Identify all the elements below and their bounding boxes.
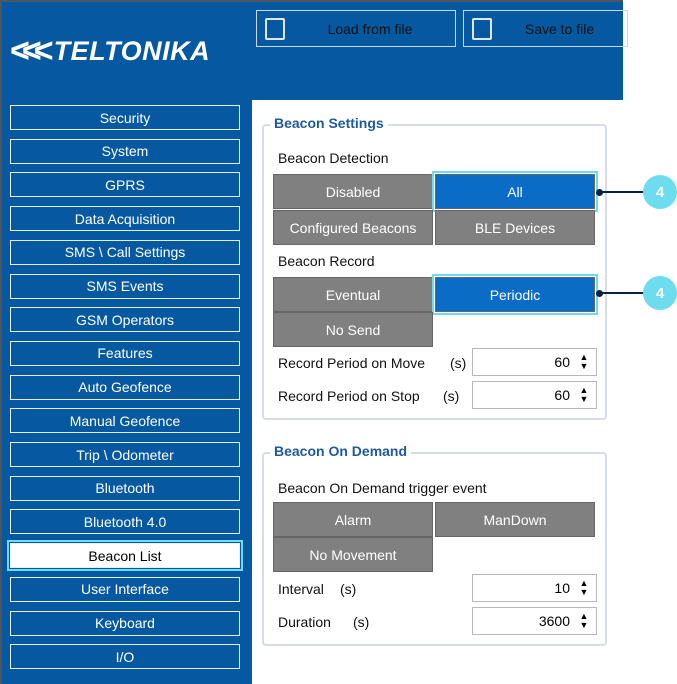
load-from-file-button[interactable]: Load from file	[256, 10, 456, 47]
sidebar-item-gsm-operators[interactable]: GSM Operators	[10, 307, 240, 333]
save-to-file-button[interactable]: Save to file	[463, 10, 628, 47]
sidebar-item-beacon-list[interactable]: Beacon List	[7, 540, 243, 572]
record-no-send-option[interactable]: No Send	[273, 312, 433, 347]
spinner-arrows-icon[interactable]: ▲ ▼	[576, 612, 592, 630]
sidebar-item-sms-events[interactable]: SMS Events	[10, 273, 240, 299]
spinner-arrows-icon[interactable]: ▲ ▼	[576, 579, 592, 597]
sidebar-item-sms-call-settings[interactable]: SMS \ Call Settings	[10, 239, 240, 265]
sidebar-item-keyboard[interactable]: Keyboard	[10, 610, 240, 636]
callout-badge: 4	[643, 276, 677, 310]
duration-unit: (s)	[353, 614, 370, 630]
logo-mark-icon: <<<	[10, 32, 53, 70]
record-period-move-unit: (s)	[450, 355, 467, 371]
duration-input[interactable]: 3600 ▲ ▼	[472, 607, 597, 635]
sidebar-item-gprs[interactable]: GPRS	[10, 172, 240, 198]
callout-badge: 4	[643, 175, 677, 209]
callout-line	[599, 191, 644, 193]
detection-ble-devices-option[interactable]: BLE Devices	[435, 210, 595, 245]
file-save-icon	[472, 17, 492, 40]
sidebar-item-i-o[interactable]: I/O	[10, 644, 240, 670]
record-eventual-option[interactable]: Eventual	[273, 277, 433, 312]
beacon-record-label: Beacon Record	[278, 253, 375, 269]
file-load-icon	[265, 17, 285, 40]
spinner-arrows-icon[interactable]: ▲ ▼	[576, 353, 592, 371]
callout-line	[599, 292, 644, 294]
record-period-stop-input[interactable]: 60 ▲ ▼	[472, 381, 597, 409]
sidebar-item-bluetooth-4-0[interactable]: Bluetooth 4.0	[10, 509, 240, 535]
interval-input[interactable]: 10 ▲ ▼	[472, 574, 597, 602]
sidebar-item-trip-odometer[interactable]: Trip \ Odometer	[10, 442, 240, 467]
detection-configured-beacons-option[interactable]: Configured Beacons	[273, 210, 433, 245]
sidebar-item-features[interactable]: Features	[10, 340, 240, 366]
interval-label: Interval	[278, 581, 324, 597]
detection-all-option[interactable]: All	[432, 171, 598, 212]
spinner-arrows-icon[interactable]: ▲ ▼	[576, 386, 592, 404]
beacon-settings-title: Beacon Settings	[270, 115, 388, 131]
sidebar-item-data-acquisition[interactable]: Data Acquisition	[10, 206, 240, 232]
sidebar-item-manual-geofence[interactable]: Manual Geofence	[10, 408, 240, 434]
sidebar-item-security[interactable]: Security	[10, 105, 240, 130]
record-period-stop-unit: (s)	[443, 388, 460, 404]
duration-label: Duration	[278, 614, 331, 630]
beacon-on-demand-title: Beacon On Demand	[270, 443, 412, 459]
record-period-move-value: 60	[554, 354, 570, 370]
interval-value: 10	[554, 580, 570, 596]
content-panel: Beacon Settings Beacon Detection Disable…	[252, 100, 623, 684]
record-period-stop-label: Record Period on Stop	[278, 388, 420, 404]
sidebar-item-user-interface[interactable]: User Interface	[10, 576, 240, 602]
record-period-move-input[interactable]: 60 ▲ ▼	[472, 348, 597, 376]
beacon-on-demand-group: Beacon On Demand Beacon On Demand trigge…	[262, 443, 607, 646]
sidebar-item-auto-geofence[interactable]: Auto Geofence	[10, 374, 240, 400]
duration-value: 3600	[538, 613, 570, 629]
record-period-move-label: Record Period on Move	[278, 355, 426, 371]
record-periodic-option[interactable]: Periodic	[432, 274, 598, 315]
trigger-alarm-option[interactable]: Alarm	[273, 502, 433, 537]
beacon-detection-label: Beacon Detection	[278, 150, 389, 166]
detection-disabled-option[interactable]: Disabled	[273, 174, 433, 209]
teltonika-logo: <<< TELTONIKA	[10, 32, 211, 70]
sidebar-item-bluetooth[interactable]: Bluetooth	[10, 475, 240, 501]
interval-unit: (s)	[340, 581, 357, 597]
sidebar-item-system[interactable]: System	[10, 138, 240, 164]
trigger-event-label: Beacon On Demand trigger event	[278, 480, 487, 496]
beacon-settings-group: Beacon Settings Beacon Detection Disable…	[262, 115, 607, 420]
record-period-stop-value: 60	[554, 387, 570, 403]
trigger-mandown-option[interactable]: ManDown	[435, 502, 595, 537]
trigger-no-movement-option[interactable]: No Movement	[273, 537, 433, 572]
